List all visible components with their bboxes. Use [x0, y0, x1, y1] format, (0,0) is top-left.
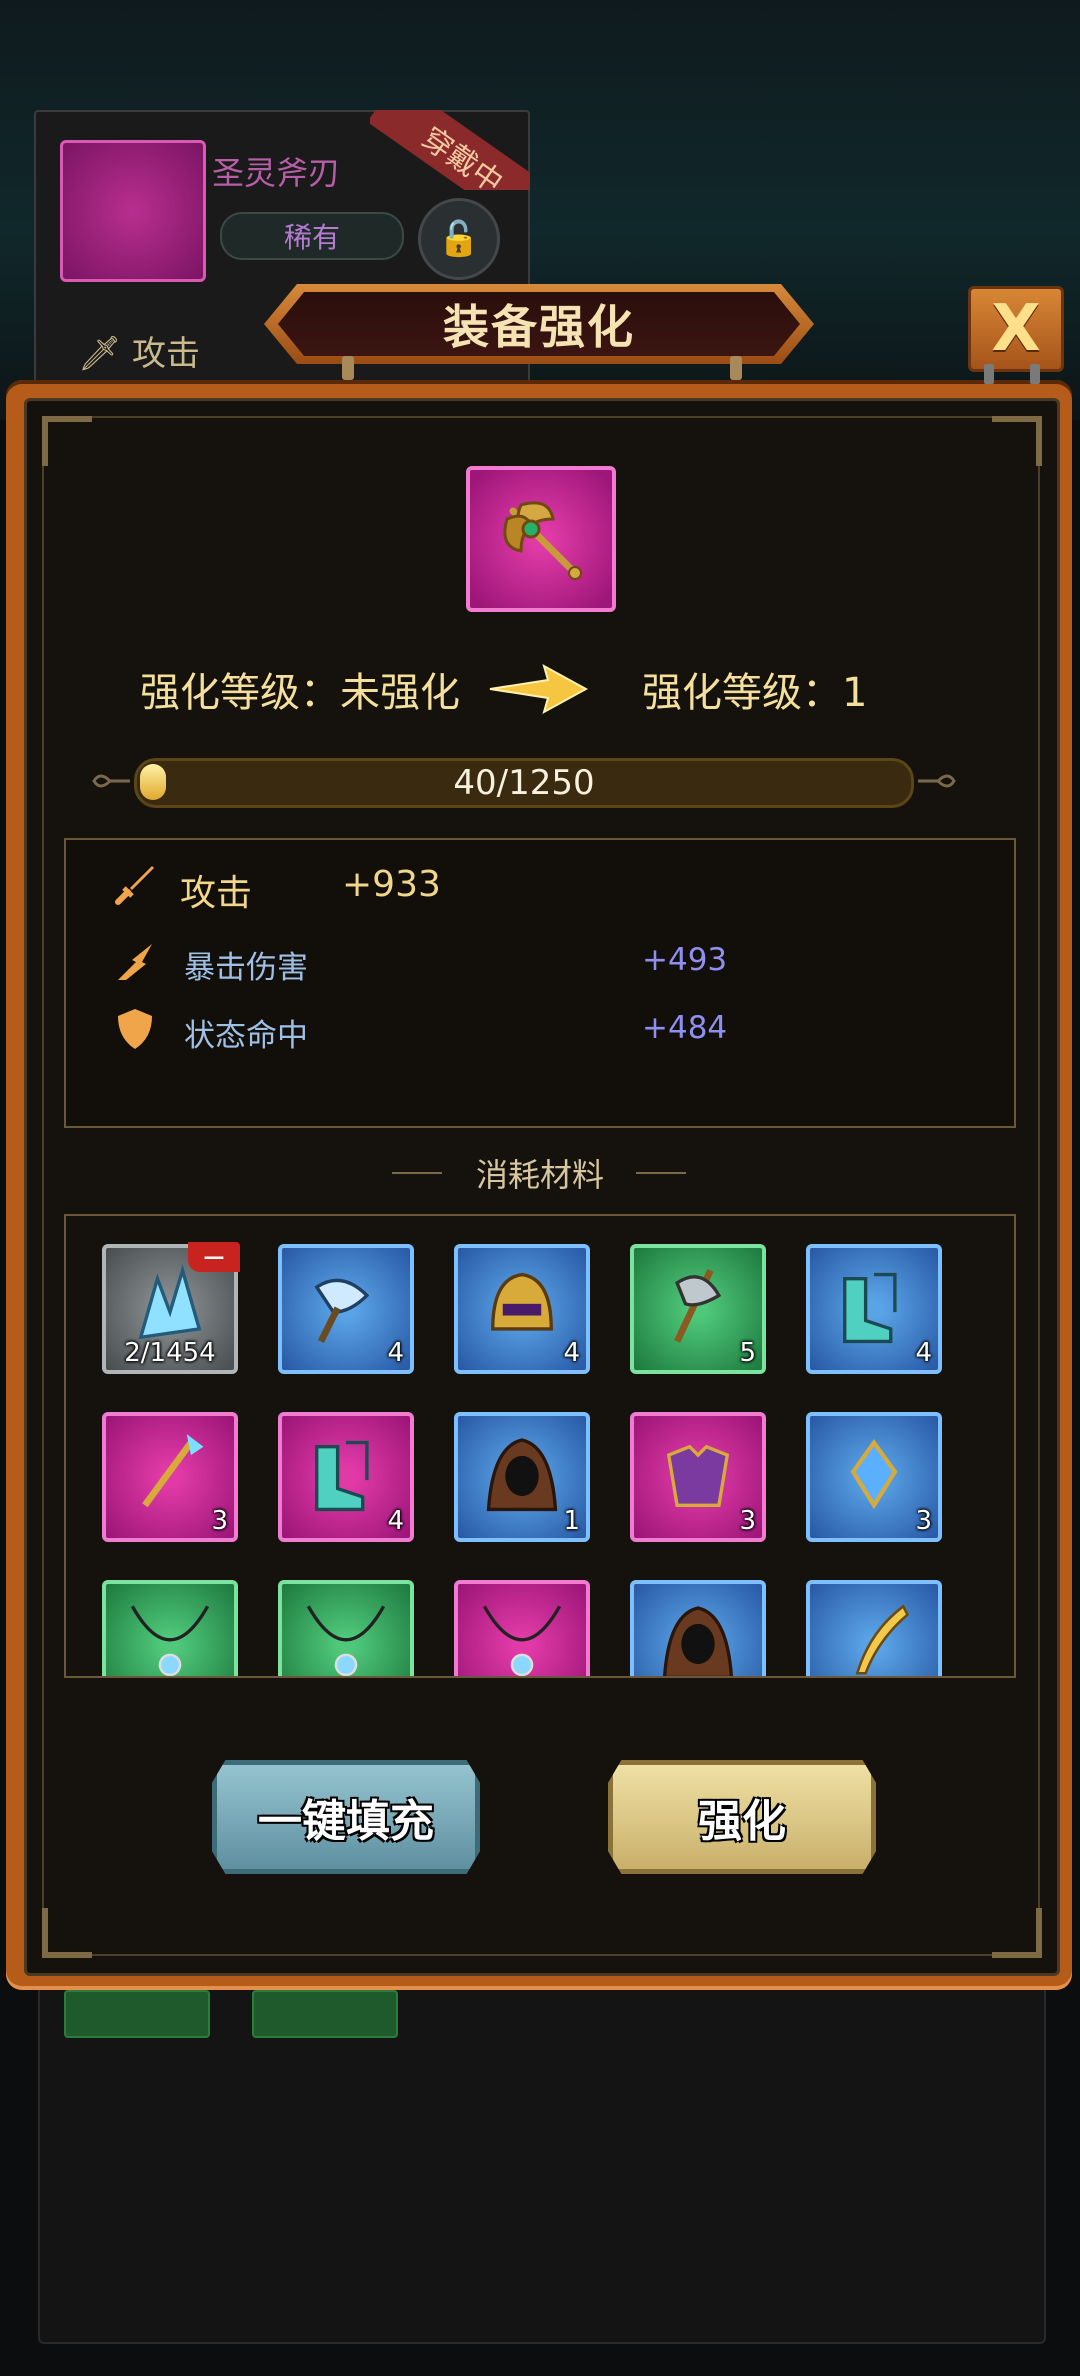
material-tile[interactable]: 3: [102, 1412, 238, 1542]
corner-ornament: [992, 416, 1042, 466]
material-tile[interactable]: [806, 1580, 942, 1676]
hood-icon: [486, 1438, 558, 1512]
background-attack-text: 攻击: [131, 334, 200, 374]
dialog-title: 装备强化: [278, 292, 800, 356]
material-count: 3: [739, 1506, 756, 1536]
background-green-slot: [252, 1990, 398, 2038]
wearing-ribbon: 穿戴中: [370, 110, 530, 190]
material-count: 2/1454: [124, 1338, 216, 1368]
close-button-leg: [1030, 364, 1040, 384]
material-count: 4: [563, 1338, 580, 1368]
arrow-right-icon: [489, 663, 588, 715]
helmet-icon: [491, 1272, 553, 1331]
equipment-icon: [466, 466, 616, 612]
material-count: 1: [563, 1506, 580, 1536]
enhance-button[interactable]: 强化: [608, 1760, 876, 1874]
material-tile[interactable]: 3: [806, 1412, 942, 1542]
close-icon: X: [991, 292, 1041, 366]
scepter-icon: [142, 1434, 204, 1508]
material-count: 5: [739, 1338, 756, 1368]
equipped-item-name: 圣灵斧刃: [212, 154, 341, 192]
critical-damage-icon: [118, 944, 152, 980]
remove-icon[interactable]: −: [188, 1240, 240, 1275]
lock-icon: 🔓: [418, 198, 500, 280]
shield-icon: [118, 1009, 152, 1049]
material-tile[interactable]: − 2/1454: [102, 1240, 240, 1374]
material-count: 4: [915, 1338, 932, 1368]
ornament-left-icon: [92, 774, 130, 788]
boots-icon: [315, 1440, 369, 1512]
section-divider: [636, 1172, 686, 1174]
background-green-slot: [64, 1990, 210, 2038]
material-tile[interactable]: 4: [278, 1244, 414, 1374]
material-tile[interactable]: [454, 1580, 590, 1676]
necklace-icon: [482, 1605, 562, 1676]
necklace-icon: [130, 1605, 210, 1676]
sword-icon: [115, 866, 154, 905]
material-tile[interactable]: 4: [454, 1244, 590, 1374]
crit-damage-label: 暴击伤害: [184, 950, 308, 986]
material-tile[interactable]: 5: [630, 1244, 766, 1374]
equipped-item-icon: [60, 140, 206, 282]
material-tile[interactable]: 1: [454, 1412, 590, 1542]
double-axe-icon: [503, 501, 582, 580]
attack-label: 攻击: [180, 873, 253, 914]
background-attack-label: 🗡 攻击: [78, 334, 200, 374]
material-tile[interactable]: [102, 1580, 238, 1676]
close-button[interactable]: X: [968, 286, 1064, 372]
materials-grid[interactable]: − 2/1454 4 4 5 4 3 4 1 3 3: [64, 1214, 1016, 1678]
close-button-leg: [984, 364, 994, 384]
attack-value: +933: [342, 864, 441, 905]
material-tile[interactable]: 4: [278, 1412, 414, 1542]
boots-icon: [843, 1272, 897, 1344]
corner-ornament: [42, 416, 92, 466]
material-tile[interactable]: 3: [630, 1412, 766, 1542]
material-count: 4: [387, 1506, 404, 1536]
battle-axe-icon: [674, 1268, 722, 1343]
blade-icon: [855, 1604, 910, 1675]
material-count: 4: [387, 1338, 404, 1368]
banner-hook: [342, 356, 354, 380]
status-hit-value: +484: [642, 1010, 728, 1046]
current-level-label: 强化等级：未强化: [140, 670, 460, 716]
ornament-right-icon: [918, 774, 956, 788]
next-level-label: 强化等级：1: [642, 670, 868, 716]
material-count: 3: [915, 1506, 932, 1536]
status-hit-label: 状态命中: [184, 1018, 308, 1054]
material-tile[interactable]: [630, 1580, 766, 1676]
banner-hook: [730, 356, 742, 380]
armor-icon: [666, 1444, 730, 1507]
corner-ornament: [992, 1908, 1042, 1958]
materials-title: 消耗材料: [475, 1156, 604, 1194]
necklace-icon: [306, 1605, 386, 1676]
progress-text: 40/1250: [453, 763, 595, 803]
crit-damage-value: +493: [642, 942, 728, 978]
material-tile[interactable]: [278, 1580, 414, 1676]
hood-icon: [662, 1606, 734, 1676]
material-count: 3: [211, 1506, 228, 1536]
wearing-badge: 穿戴中: [370, 110, 530, 190]
auto-fill-button[interactable]: 一键填充: [212, 1760, 480, 1874]
corner-ornament: [42, 1908, 92, 1958]
material-tile[interactable]: 4: [806, 1244, 942, 1374]
rarity-badge: 稀有: [220, 212, 404, 260]
amulet-icon: [850, 1438, 898, 1510]
axe-icon: [314, 1278, 370, 1343]
